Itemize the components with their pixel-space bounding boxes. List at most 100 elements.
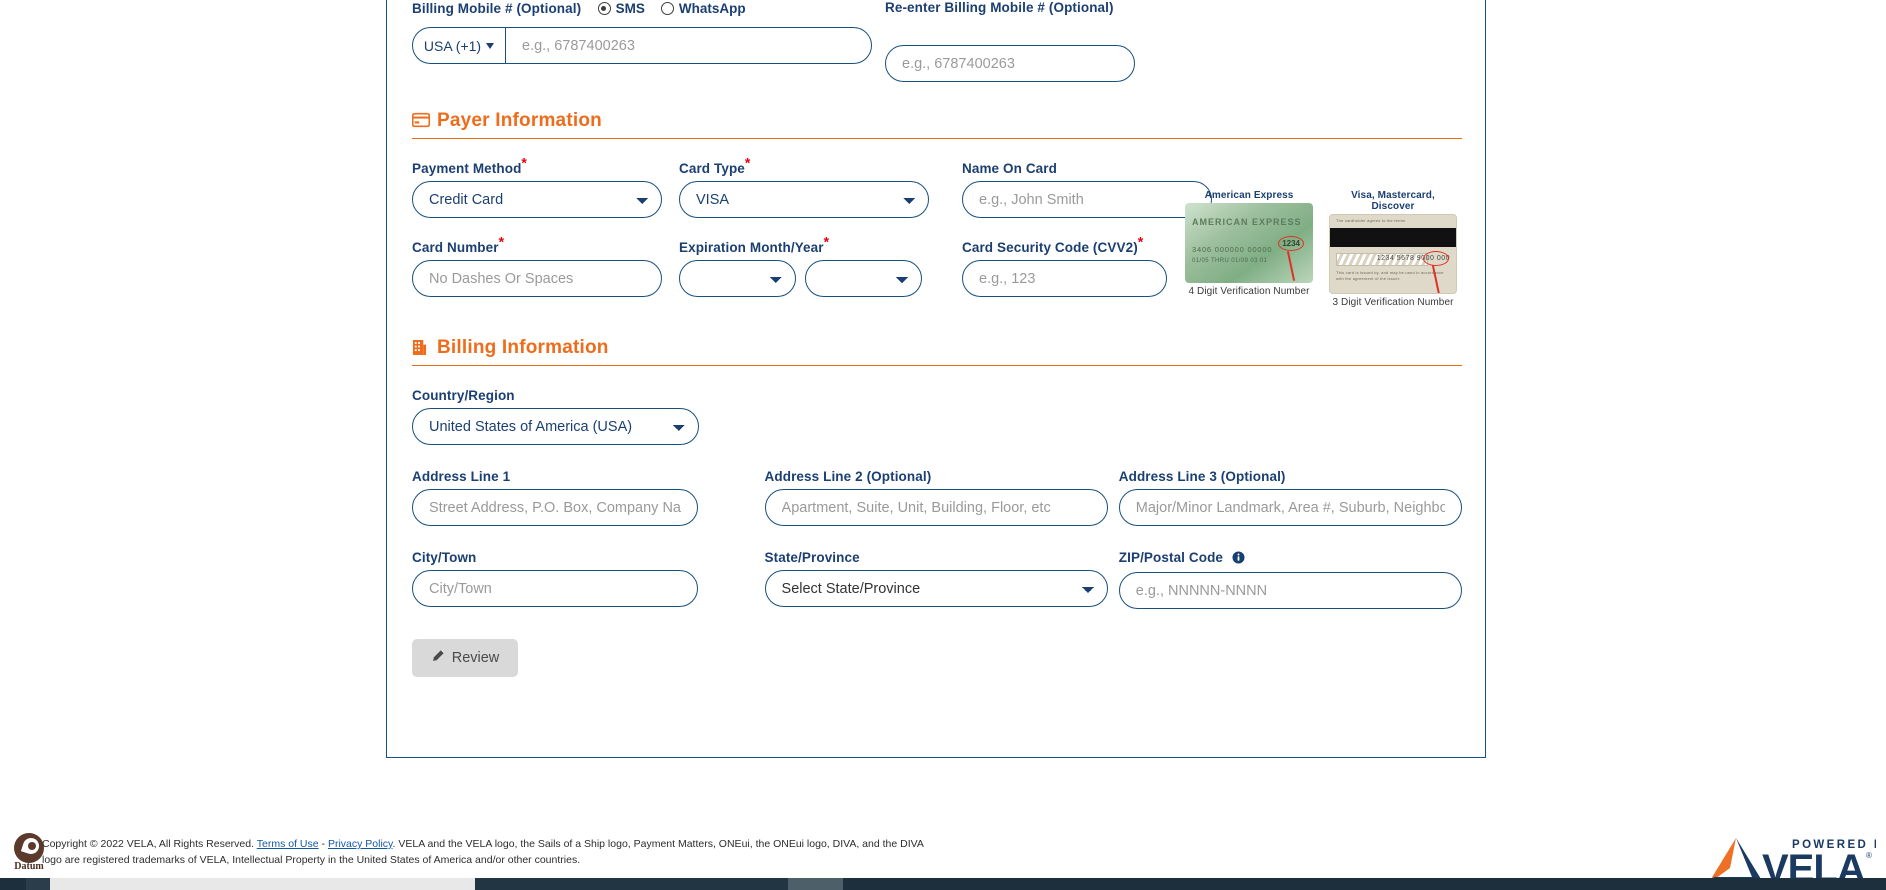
cvv-label: Card Security Code (CVV2)* xyxy=(962,233,1144,256)
country-code-selector[interactable]: USA (+1) xyxy=(413,28,506,63)
amex-brand-text: AMERICAN EXPRESS xyxy=(1192,217,1302,227)
radio-whatsapp-dot[interactable] xyxy=(660,2,674,16)
country-row: Country/Region United States of America … xyxy=(412,388,1462,445)
chrome-seg-1 xyxy=(0,878,26,890)
billing-information-title: Billing Information xyxy=(437,337,609,358)
state-field: State/Province Select State/Province xyxy=(764,550,1108,609)
privacy-policy-link[interactable]: Privacy Policy xyxy=(328,838,393,850)
radio-sms[interactable]: SMS xyxy=(597,1,645,17)
amex-card-sample: American Express AMERICAN EXPRESS 3406 0… xyxy=(1185,190,1313,308)
pencil-icon xyxy=(431,649,445,667)
city-label: City/Town xyxy=(412,550,477,565)
reenter-billing-mobile-label: Re-enter Billing Mobile # (Optional) xyxy=(885,0,1114,15)
billing-mobile-input[interactable] xyxy=(506,28,871,63)
vmd-card-sample: Visa, Mastercard, Discover The cardholde… xyxy=(1329,190,1457,308)
card-type-label: Card Type* xyxy=(679,154,751,177)
cvv-input-group: ? xyxy=(962,260,1167,297)
billing-information-title-row: Billing Information xyxy=(412,337,1462,359)
amex-cvv-pointer-line xyxy=(1286,251,1296,281)
state-select[interactable]: Select State/Province xyxy=(764,570,1108,607)
chrome-seg-5 xyxy=(843,878,1886,890)
svg-text:®: ® xyxy=(1866,851,1872,860)
country-field: Country/Region United States of America … xyxy=(412,388,699,445)
card-number-label: Card Number* xyxy=(412,233,505,256)
country-select[interactable]: United States of America (USA) xyxy=(412,408,699,445)
form-content: Billing Mobile # (Optional) SMS WhatsApp xyxy=(411,0,1462,677)
vmd-bottom-tiny-text-2: with the agreement of the issuer. xyxy=(1336,276,1401,281)
review-button[interactable]: Review xyxy=(412,639,518,677)
cvv-field: Card Security Code (CVV2)* ? xyxy=(962,233,1212,297)
credit-card-icon xyxy=(411,112,431,130)
chrome-seg-active-tab[interactable] xyxy=(50,878,475,890)
expiration-month-select[interactable] xyxy=(679,260,796,297)
address-line-2-input[interactable] xyxy=(764,489,1108,526)
building-icon xyxy=(412,339,430,357)
expiration-label: Expiration Month/Year* xyxy=(679,233,830,256)
info-icon[interactable] xyxy=(1232,551,1245,567)
payment-method-select[interactable]: Credit Card xyxy=(412,181,662,218)
billing-mobile-row: Billing Mobile # (Optional) SMS WhatsApp xyxy=(412,0,1462,82)
country-code-value: USA (+1) xyxy=(423,37,482,54)
vmd-cvv-circle-mark xyxy=(1423,251,1449,266)
billing-information-section-header: Billing Information xyxy=(412,337,1462,366)
vmd-caption: Visa, Mastercard, Discover xyxy=(1351,190,1435,212)
address-line-2-field: Address Line 2 (Optional) xyxy=(764,469,1108,526)
bottom-chrome-strip xyxy=(0,878,1886,890)
chrome-seg-2 xyxy=(26,878,50,890)
amex-number-text: 3406 000000 00000 xyxy=(1192,245,1273,254)
billing-mobile-channel-radios: SMS WhatsApp xyxy=(597,1,746,17)
state-label: State/Province xyxy=(764,550,860,565)
amex-footer-text: 4 Digit Verification Number xyxy=(1188,286,1310,297)
reenter-billing-mobile-input[interactable] xyxy=(885,45,1135,82)
city-field: City/Town xyxy=(412,550,698,609)
vmd-magnetic-stripe xyxy=(1330,228,1456,247)
address-line-1-input[interactable] xyxy=(412,489,698,526)
payment-method-label: Payment Method* xyxy=(412,154,527,177)
address-line-1-label: Address Line 1 xyxy=(412,469,511,484)
radio-whatsapp[interactable]: WhatsApp xyxy=(660,1,746,17)
address-line-2-label: Address Line 2 (Optional) xyxy=(764,469,932,484)
expiration-field: Expiration Month/Year* xyxy=(679,233,929,297)
card-type-select[interactable]: VISA xyxy=(679,181,929,218)
expiration-year-select[interactable] xyxy=(805,260,922,297)
terms-of-use-link[interactable]: Terms of Use xyxy=(257,838,319,850)
address-line-3-field: Address Line 3 (Optional) xyxy=(1118,469,1462,526)
amex-card-image: AMERICAN EXPRESS 3406 000000 00000 01/05… xyxy=(1185,203,1313,283)
country-label: Country/Region xyxy=(412,388,515,403)
page-footer: Datum Copyright © 2022 VELA, All Rights … xyxy=(0,830,1886,890)
radio-whatsapp-label: WhatsApp xyxy=(678,1,746,17)
zip-label: ZIP/Postal Code xyxy=(1119,550,1462,567)
footer-copyright: Copyright © 2022 VELA, All Rights Reserv… xyxy=(42,836,942,869)
radio-sms-dot[interactable] xyxy=(597,2,611,16)
name-on-card-input[interactable] xyxy=(962,181,1212,218)
vmd-card-image: The cardholder agrees to the terms 1234 … xyxy=(1329,214,1457,294)
amex-cvv-circle-mark xyxy=(1278,236,1304,251)
city-state-zip-row: City/Town State/Province Select State/Pr… xyxy=(412,550,1462,609)
amex-caption: American Express xyxy=(1204,190,1294,201)
billing-mobile-group: Billing Mobile # (Optional) SMS WhatsApp xyxy=(412,0,872,82)
name-on-card-label: Name On Card xyxy=(962,161,1057,176)
radio-sms-label: SMS xyxy=(615,1,645,17)
city-input[interactable] xyxy=(412,570,698,607)
card-number-field: Card Number* xyxy=(412,233,662,297)
expiration-selects xyxy=(679,260,929,297)
payer-information-section-header: Payer Information xyxy=(411,110,1462,139)
chrome-seg-4 xyxy=(788,878,843,890)
billing-mobile-input-group: USA (+1) xyxy=(412,27,872,64)
zip-field: ZIP/Postal Code xyxy=(1118,550,1462,609)
address-line-3-label: Address Line 3 (Optional) xyxy=(1118,469,1286,484)
address-row: Address Line 1 Address Line 2 (Optional)… xyxy=(412,469,1462,526)
name-on-card-field: Name On Card xyxy=(962,161,1212,218)
chrome-seg-3 xyxy=(475,878,788,890)
address-line-3-input[interactable] xyxy=(1118,489,1462,526)
zip-input[interactable] xyxy=(1118,572,1462,609)
vmd-top-tiny-text: The cardholder agrees to the terms xyxy=(1336,218,1406,223)
copyright-part-1: Copyright © 2022 VELA, All Rights Reserv… xyxy=(42,838,257,850)
address-line-1-field: Address Line 1 xyxy=(412,469,698,526)
footer-separator: - xyxy=(318,838,328,850)
datum-mark-icon xyxy=(14,833,44,863)
cvv-input[interactable] xyxy=(963,261,1166,296)
chevron-down-icon xyxy=(486,42,495,49)
vmd-footer-text: 3 Digit Verification Number xyxy=(1332,297,1454,308)
card-number-input[interactable] xyxy=(412,260,662,297)
